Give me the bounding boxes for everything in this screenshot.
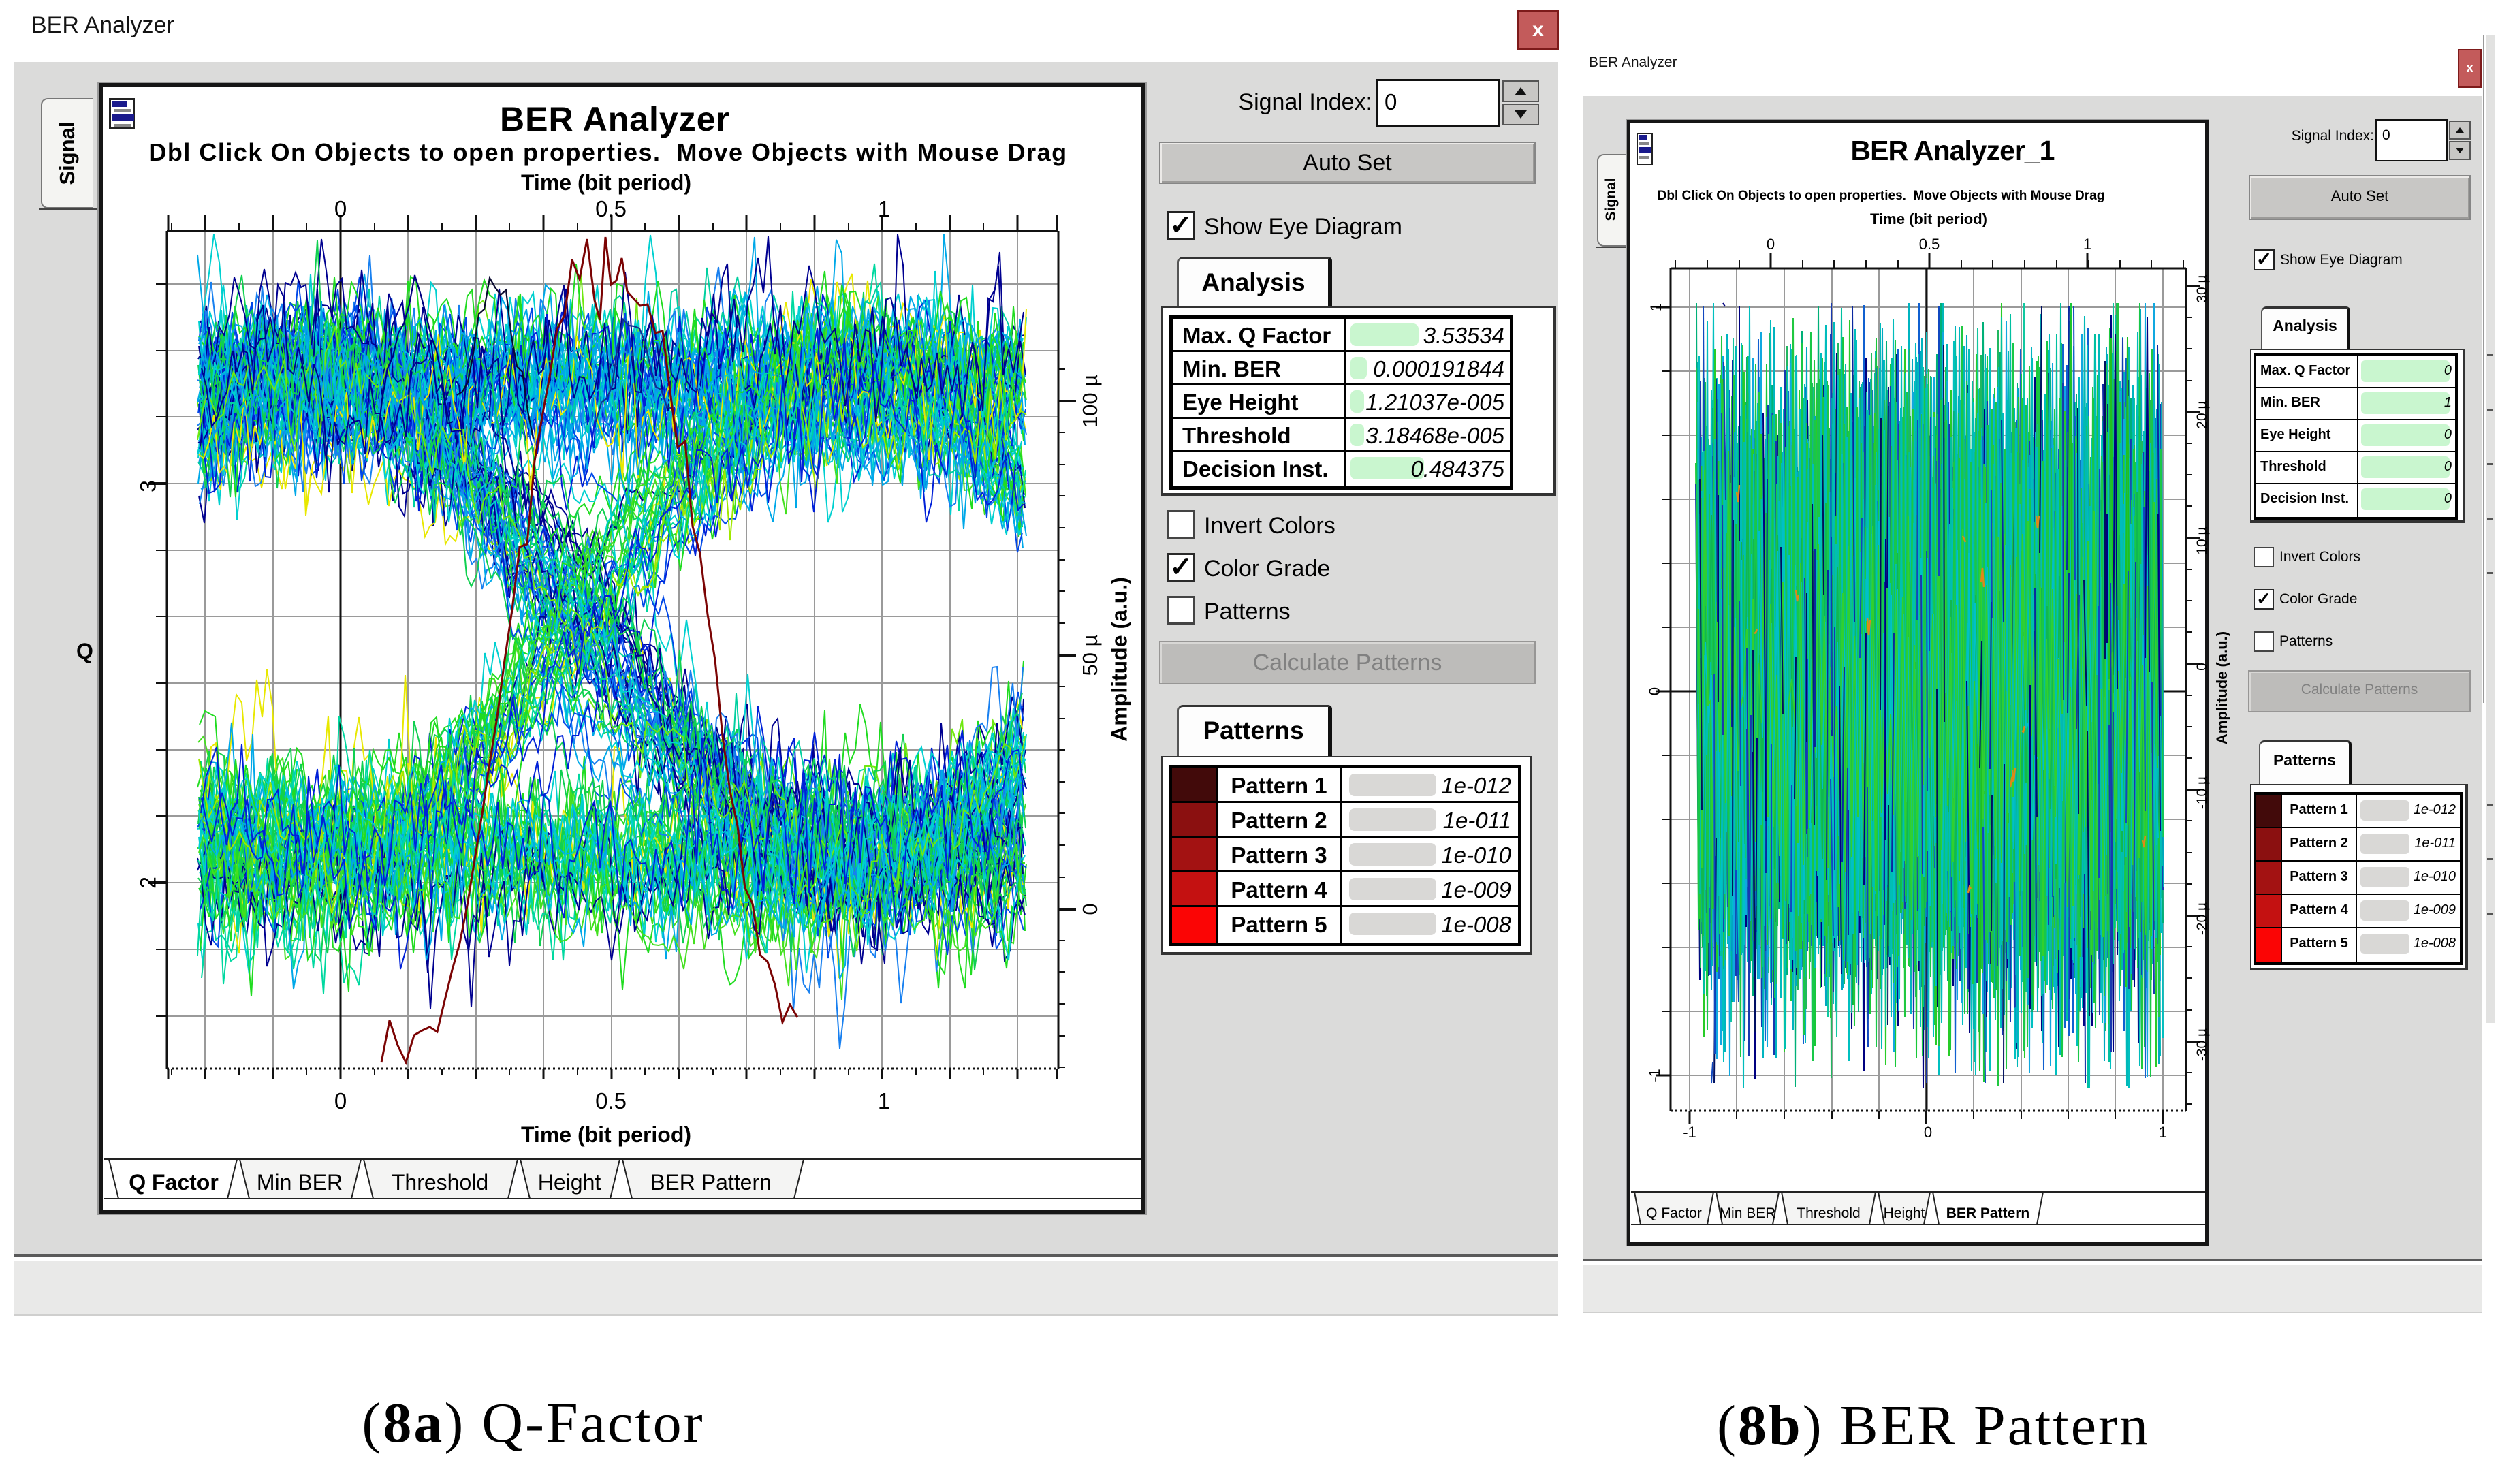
- svg-text:BER Pattern: BER Pattern: [1946, 1205, 2030, 1221]
- svg-text:Q Factor: Q Factor: [129, 1170, 219, 1195]
- svg-text:Threshold: Threshold: [1797, 1205, 1860, 1221]
- svg-text:Height: Height: [1884, 1205, 1925, 1221]
- svg-text:Min BER: Min BER: [257, 1170, 343, 1195]
- svg-text:BER Pattern: BER Pattern: [650, 1170, 772, 1195]
- svg-text:Threshold: Threshold: [392, 1170, 488, 1195]
- svg-text:Q Factor: Q Factor: [1646, 1205, 1702, 1221]
- svg-text:Min BER: Min BER: [1720, 1205, 1776, 1221]
- svg-text:Height: Height: [538, 1170, 601, 1195]
